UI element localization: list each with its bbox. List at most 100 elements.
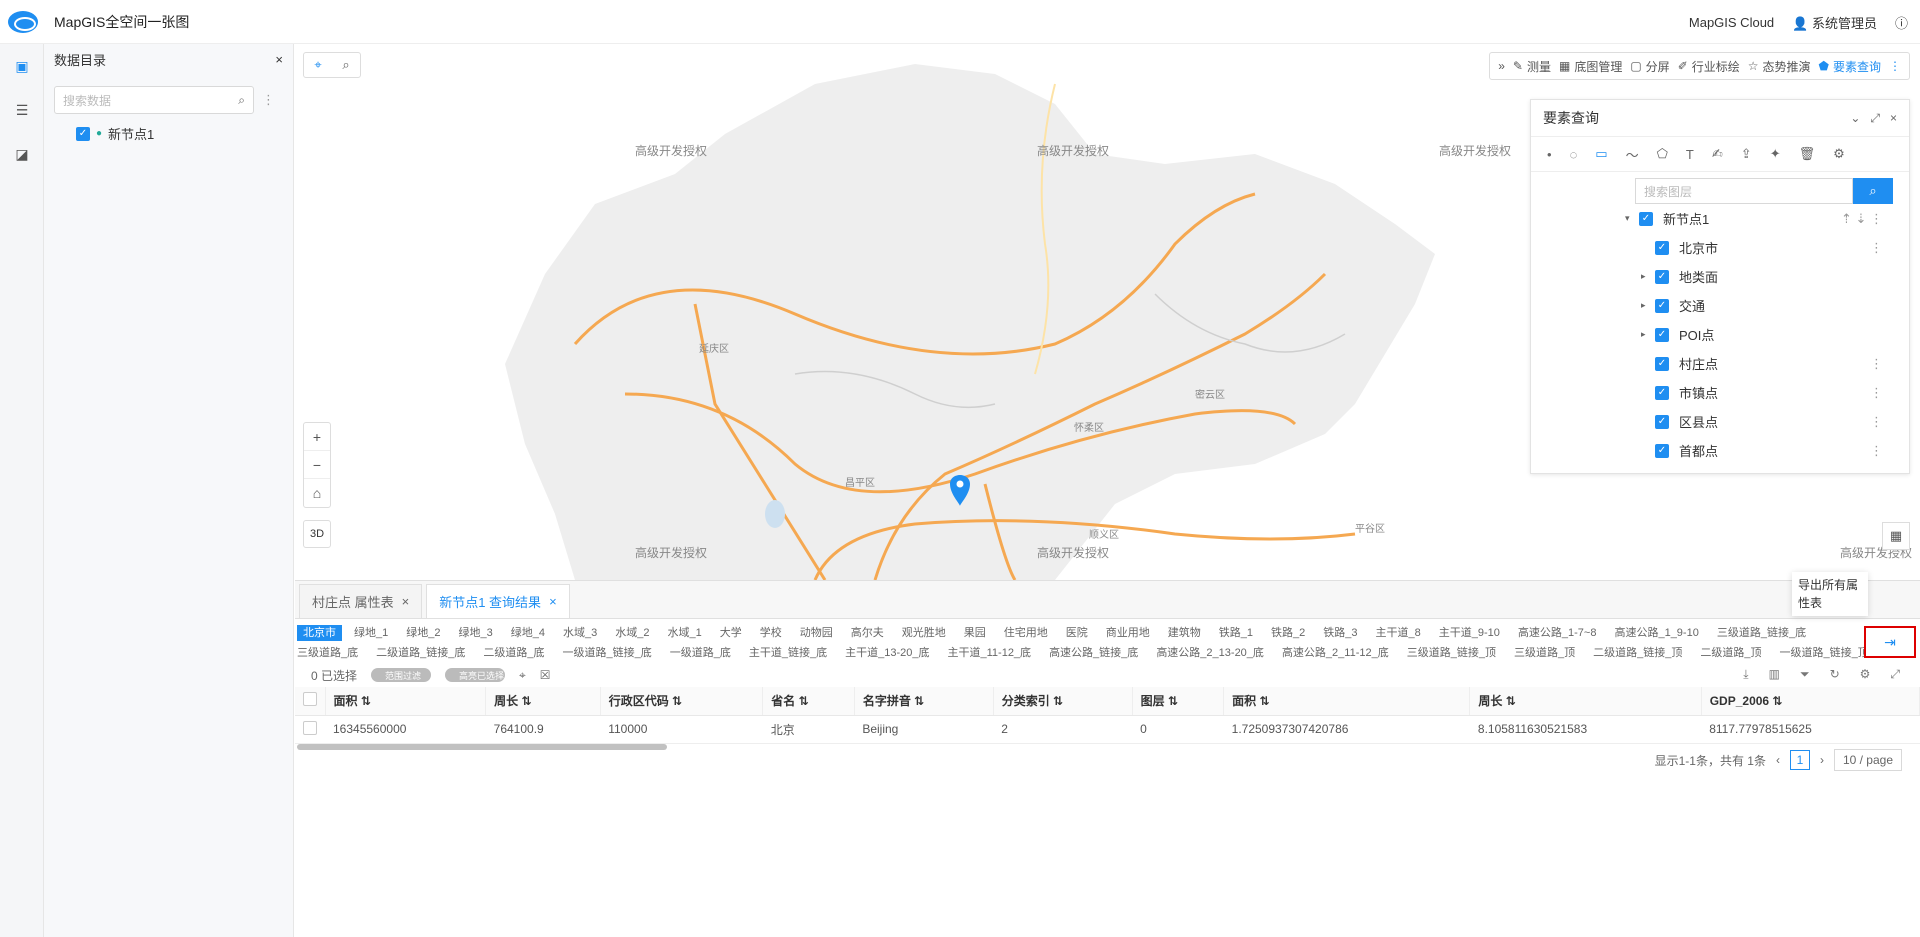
fullscreen-icon[interactable]: ⤢ [1870,111,1880,126]
more-icon[interactable]: ⋮ [1870,356,1883,372]
layer-tag[interactable]: 水域_1 [668,627,702,639]
catalog-search-input[interactable]: 搜索数据 ⌕ [54,86,254,114]
layer-tag[interactable]: 主干道_13-20_底 [845,647,929,659]
expand-icon[interactable]: ▸ [1641,329,1655,340]
layer-tag[interactable]: 一级道路_底 [670,647,731,659]
user-menu[interactable]: 👤 系统管理员 [1792,13,1877,32]
polyline-icon[interactable]: 〜 [1626,145,1639,164]
layer-tag[interactable]: 高速公路_2_13-20_底 [1156,647,1264,659]
brush-icon[interactable]: ✍ [1712,146,1723,162]
column-header[interactable]: 面积 ⇅ [325,687,487,716]
highlight-toggle[interactable]: 高亮已选择 [445,668,506,682]
catalog-tree-node[interactable]: ✓ ● 新节点1 [76,124,293,143]
layer-tag[interactable]: 高速公路_1_9-10 [1614,627,1698,639]
layer-tag[interactable]: 主干道_链接_底 [749,647,827,659]
layer-tag[interactable]: 三级道路_链接_顶 [1407,647,1496,659]
layer-tag[interactable]: 二级道路_链接_底 [376,647,465,659]
layer-tag[interactable]: 绿地_4 [511,627,545,639]
expand-icon[interactable]: » [1498,59,1505,73]
checkbox-checked[interactable]: ✓ [1655,327,1669,342]
layer-tag[interactable]: 高速公路_2_11-12_底 [1282,647,1389,659]
more-icon[interactable]: ⋮ [1870,443,1883,459]
zoom-out-button[interactable]: − [304,451,330,479]
rail-data-icon[interactable]: ▣ [0,44,44,88]
column-header[interactable]: 周长 ⇅ [1469,687,1702,716]
layer-tag[interactable]: 绿地_3 [459,627,493,639]
layer-tag[interactable]: 水域_2 [615,627,649,639]
export-all-attributes-button[interactable]: ⇥ [1864,626,1916,658]
tab-query-results[interactable]: 新节点1 查询结果 × [426,584,570,618]
close-icon[interactable]: × [275,52,283,67]
chevron-down-icon[interactable]: ⌄ [1850,111,1860,126]
map-search-icon[interactable]: ⌕ [332,53,360,77]
table-row[interactable]: 16345560000 764100.9 110000 北京 Beijing 2 0 1.72… [295,715,1920,744]
layer-tree-row[interactable]: ✓ 市镇点 ⋮ [1531,378,1909,407]
settings-icon[interactable]: ⚙ [1833,146,1845,162]
checkbox-checked[interactable]: ✓ [1639,211,1653,226]
layer-tag[interactable]: 铁路_3 [1323,627,1357,639]
column-header[interactable]: 省名 ⇅ [762,687,855,716]
layer-tag[interactable]: 大学 [720,627,742,639]
layer-tag[interactable]: 三级道路_顶 [1514,647,1575,659]
location-icon[interactable]: ⌖ [519,668,526,683]
layer-tag[interactable]: 建筑物 [1168,627,1201,639]
download-icon[interactable]: ⤓ [1743,667,1748,682]
layer-tag[interactable]: 主干道_11-12_底 [948,647,1032,659]
layer-tag[interactable]: 主干道_8 [1376,627,1421,639]
more-icon[interactable]: ⋮ [1870,385,1883,401]
column-header[interactable]: 图层 ⇅ [1132,687,1225,716]
close-icon[interactable]: × [1890,111,1897,126]
checkbox-checked[interactable]: ✓ [1655,269,1669,284]
layer-tree-row[interactable]: ✓ 区县点 ⋮ [1531,407,1909,436]
layer-tag[interactable]: 北京市 [297,625,342,641]
home-button[interactable]: ⌂ [304,479,330,507]
feature-query-tool[interactable]: ⬟ 要素查询 [1819,58,1881,75]
rail-layers-icon[interactable]: ☰ [0,88,44,132]
layer-tag[interactable]: 医院 [1066,627,1088,639]
settings-icon[interactable]: ⚙ [1860,667,1871,682]
layer-tag[interactable]: 绿地_1 [354,627,388,639]
layer-tag[interactable]: 二级道路_底 [483,647,544,659]
rail-draw-icon[interactable]: ◪ [0,132,44,176]
plot-tool[interactable]: ✐ 行业标绘 [1678,58,1740,75]
checkbox-checked[interactable]: ✓ [1655,385,1669,400]
layer-search-button[interactable]: ⌕ [1853,178,1893,204]
refresh-icon[interactable]: ↻ [1830,667,1840,682]
point-icon[interactable]: • [1547,147,1552,162]
move-icons[interactable]: ⇡ ⇣ ⋮ [1841,211,1883,227]
layer-tag[interactable]: 铁路_1 [1219,627,1253,639]
column-header[interactable]: 分类索引 ⇅ [993,687,1133,716]
layer-tag[interactable]: 学校 [760,627,782,639]
column-header[interactable]: 周长 ⇅ [485,687,601,716]
page-size-select[interactable]: 10 / page [1833,749,1902,771]
situation-tool[interactable]: ☆ 态势推演 [1748,58,1811,75]
checkbox-checked[interactable]: ✓ [1655,298,1669,313]
text-icon[interactable]: T [1686,147,1694,162]
layer-tag[interactable]: 三级道路_链接_底 [1717,627,1806,639]
close-icon[interactable]: × [549,594,557,609]
layer-tree-row[interactable]: ▸ ✓ 地类面 [1531,262,1909,291]
layer-tag[interactable]: 高速公路_链接_底 [1049,647,1138,659]
column-header[interactable]: 面积 ⇅ [1223,687,1471,716]
next-page-icon[interactable]: › [1820,753,1824,767]
clear-selection-icon[interactable]: ☒ [540,668,551,682]
rectangle-icon[interactable]: ▭ [1595,146,1607,162]
checkbox-checked[interactable]: ✓ [1655,414,1669,429]
layer-tag[interactable]: 二级道路_链接_顶 [1593,647,1682,659]
plugin-icon[interactable]: ✦ [1770,146,1781,162]
checkbox-checked[interactable]: ✓ [76,126,90,141]
column-header[interactable]: 名字拼音 ⇅ [854,687,994,716]
measure-tool[interactable]: ✎ 测量 [1513,58,1551,75]
layer-tree-row[interactable]: ▾ ✓ 新节点1 ⇡ ⇣ ⋮ [1531,204,1909,233]
map-view[interactable]: ⌖ ⌕ 高级开发授权 高级开发授权 高级开发授权 高级开发授权 高级开发授权 高… [295,44,1920,580]
filter-icon[interactable]: ⏷ [1800,667,1810,682]
layer-search-input[interactable]: 搜索图层 [1635,178,1853,204]
layer-tree-row[interactable]: ▸ ✓ 交通 [1531,291,1909,320]
column-header[interactable]: GDP_2006 ⇅ [1701,687,1920,716]
trash-icon[interactable]: 🗑 [1799,146,1816,162]
page-number[interactable]: 1 [1789,750,1810,770]
layer-tag[interactable]: 三级道路_底 [297,647,358,659]
layer-tree-row[interactable]: ✓ 村庄点 ⋮ [1531,349,1909,378]
basemap-tool[interactable]: ▦ 底图管理 [1559,58,1622,75]
layer-tag[interactable]: 一级道路_链接_底 [563,647,652,659]
